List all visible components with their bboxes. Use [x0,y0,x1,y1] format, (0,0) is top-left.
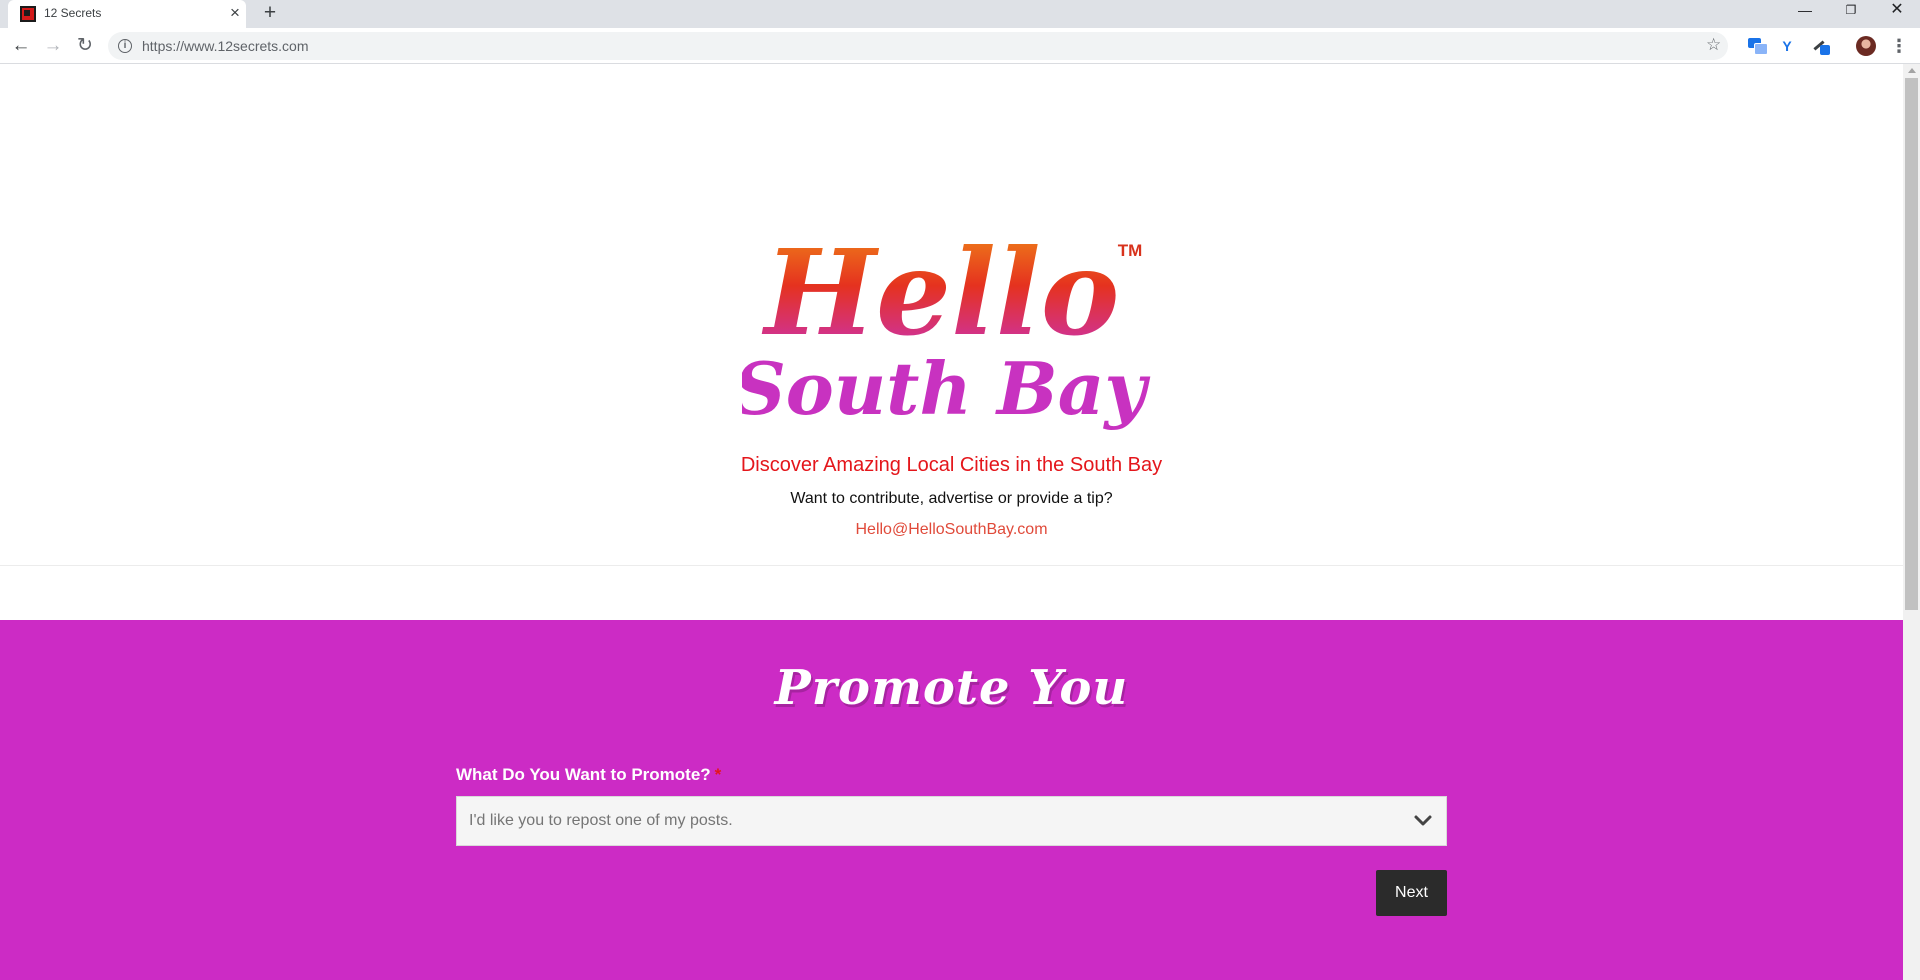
new-tab-plus-icon[interactable]: + [258,0,282,26]
scrollbar-thumb[interactable] [1905,78,1918,610]
promote-question-label: What Do You Want to Promote? * [456,765,721,785]
restore-window-icon[interactable]: ❐ [1828,0,1874,22]
site-info-icon[interactable]: i [118,39,132,53]
selected-option-text: I'd like you to repost one of my posts. [469,812,733,829]
forward-arrow-icon[interactable]: → [40,33,66,59]
site-tagline: Discover Amazing Local Cities in the Sou… [740,454,1163,476]
address-bar[interactable]: i https://www.12secrets.com ☆ [108,32,1728,60]
bookmark-star-icon[interactable]: ☆ [1706,35,1721,55]
site-favicon-icon [20,6,36,22]
logo-hello-text: Hello [762,223,1120,362]
profile-avatar[interactable] [1856,36,1876,56]
contribute-prompt: Want to contribute, advertise or provide… [790,490,1113,507]
page-viewport: Hello South Bay TM Discover Amazing Loca… [0,64,1903,980]
promote-title: Promote You [774,660,1129,716]
contact-email-link[interactable]: Hello@HelloSouthBay.com [0,521,1903,539]
required-asterisk: * [714,765,722,784]
logo-trademark: TM [1118,241,1143,260]
tab-close-icon[interactable]: × [226,3,244,23]
extension-pen-icon[interactable] [1810,35,1832,57]
browser-menu-icon[interactable]: ⋮ [1890,34,1908,58]
hello-south-bay-logo: Hello South Bay TM [742,223,1150,431]
promote-question-text: What Do You Want to Promote? [456,765,711,784]
browser-toolbar: ← → ↻ i https://www.12secrets.com ☆ Y ⋮ [0,28,1920,64]
header-divider [0,565,1903,566]
scroll-up-arrow-icon[interactable] [1908,68,1916,73]
reload-icon[interactable]: ↻ [72,33,98,59]
browser-tab[interactable]: 12 Secrets × [8,0,246,28]
chevron-down-icon [1414,815,1432,826]
tab-strip: 12 Secrets × + — ❐ ✕ [0,0,1920,28]
page-scrollbar[interactable] [1903,64,1920,980]
next-button[interactable]: Next [1376,870,1447,916]
close-window-icon[interactable]: ✕ [1874,0,1920,22]
extension-windows-icon[interactable] [1746,35,1768,57]
promote-type-select[interactable]: I'd like you to repost one of my posts. [456,796,1447,846]
back-arrow-icon[interactable]: ← [8,33,34,59]
extension-y-icon[interactable]: Y [1776,35,1798,57]
logo-south-bay-text: South Bay [742,346,1150,431]
promote-section: Promote You What Do You Want to Promote?… [0,620,1903,980]
url-text[interactable]: https://www.12secrets.com [142,38,309,54]
minimize-icon[interactable]: — [1782,0,1828,22]
tab-title: 12 Secrets [44,6,102,20]
